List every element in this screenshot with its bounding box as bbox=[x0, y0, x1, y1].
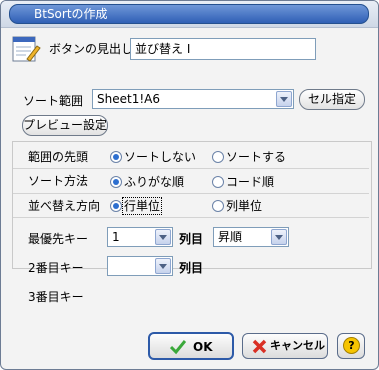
sort-direction-row-label[interactable]: 行単位 bbox=[121, 197, 163, 215]
first-key-label: 最優先キー bbox=[28, 232, 89, 246]
sort-method-code-radio[interactable] bbox=[212, 176, 224, 188]
divider bbox=[13, 168, 369, 169]
sort-direction-column-radio[interactable] bbox=[212, 200, 224, 212]
cancel-button[interactable]: キャンセル bbox=[242, 333, 328, 359]
header-row-no-sort-label[interactable]: ソートしない bbox=[124, 149, 196, 165]
sort-order-value: 昇順 bbox=[218, 230, 243, 244]
sort-order-dropdown-button[interactable] bbox=[271, 229, 287, 245]
divider bbox=[13, 193, 369, 194]
second-key-select[interactable] bbox=[107, 256, 173, 276]
sort-direction-row-radio[interactable] bbox=[110, 200, 122, 212]
help-button[interactable]: ? bbox=[337, 333, 365, 359]
question-icon: ? bbox=[343, 337, 360, 354]
first-key-dropdown-button[interactable] bbox=[155, 229, 171, 245]
x-icon bbox=[252, 339, 267, 357]
header-row-label: 範囲の先頭 bbox=[28, 150, 89, 164]
cancel-label: キャンセル bbox=[270, 339, 325, 352]
first-key-value: 1 bbox=[112, 230, 120, 244]
preview-settings-button[interactable]: プレビュー設定 bbox=[22, 115, 108, 136]
sort-method-furigana-radio[interactable] bbox=[110, 176, 122, 188]
first-key-select[interactable]: 1 bbox=[107, 227, 173, 247]
sort-range-label: ソート範囲 bbox=[23, 94, 84, 108]
caption-input[interactable]: 並び替え I bbox=[130, 38, 316, 60]
second-key-dropdown-button[interactable] bbox=[155, 258, 171, 274]
first-key-unit: 列目 bbox=[179, 232, 204, 246]
cell-select-button[interactable]: セル指定 bbox=[299, 89, 365, 110]
sort-direction-column-label[interactable]: 列単位 bbox=[226, 198, 262, 214]
sort-order-select[interactable]: 昇順 bbox=[213, 227, 289, 247]
title-bar[interactable]: BtSortの作成 bbox=[1, 1, 378, 28]
ok-label: OK bbox=[193, 340, 213, 354]
title-pill: BtSortの作成 bbox=[9, 4, 369, 24]
second-key-unit: 列目 bbox=[179, 261, 204, 275]
sort-method-label: ソート方法 bbox=[28, 174, 89, 188]
sort-method-furigana-label[interactable]: ふりがな順 bbox=[124, 174, 184, 190]
sort-range-input[interactable]: Sheet1!A6 bbox=[92, 89, 294, 109]
dialog-window: BtSortの作成 ボタンの見出し 並び替え I ソート範囲 Sheet1!A6… bbox=[0, 0, 379, 370]
edit-document-icon bbox=[11, 34, 41, 64]
sort-range-dropdown-button[interactable] bbox=[276, 91, 292, 107]
second-key-label: 2番目キー bbox=[28, 261, 84, 275]
header-row-sort-radio[interactable] bbox=[212, 151, 224, 163]
divider bbox=[13, 217, 369, 218]
caption-label: ボタンの見出し bbox=[49, 42, 134, 56]
window-title: BtSortの作成 bbox=[34, 7, 108, 21]
sort-direction-label: 並べ替え方向 bbox=[28, 199, 101, 213]
sort-method-code-label[interactable]: コード順 bbox=[226, 174, 274, 190]
header-row-no-sort-radio[interactable] bbox=[110, 151, 122, 163]
sort-range-value: Sheet1!A6 bbox=[97, 92, 160, 106]
third-key-label: 3番目キー bbox=[28, 290, 84, 304]
ok-button[interactable]: OK bbox=[148, 332, 234, 360]
header-row-sort-label[interactable]: ソートする bbox=[226, 149, 286, 165]
checkmark-icon bbox=[169, 339, 187, 358]
